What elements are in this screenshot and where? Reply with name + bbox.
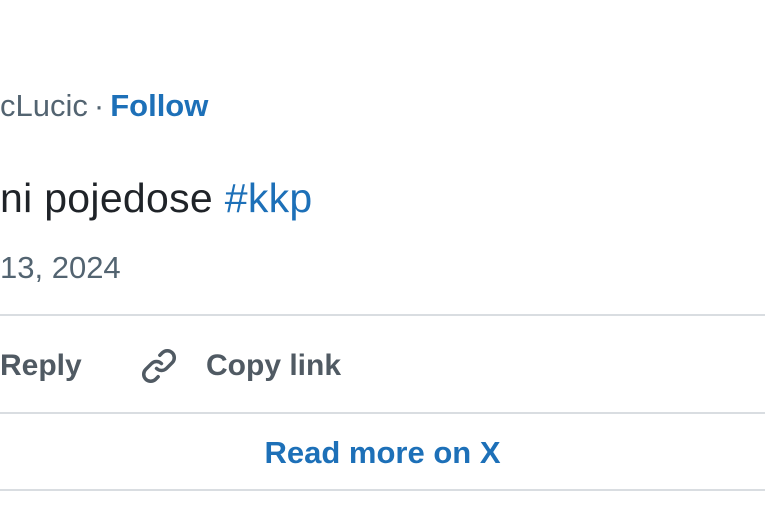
author-row: cLucic · Follow bbox=[0, 86, 208, 126]
author-handle[interactable]: cLucic bbox=[0, 88, 88, 123]
divider-top bbox=[0, 314, 765, 316]
tweet-embed-card: cLucic · Follow ni pojedose #kkp 13, 2024 … bbox=[0, 0, 765, 510]
tweet-date[interactable]: 13, 2024 bbox=[0, 248, 121, 288]
reply-button[interactable]: Reply bbox=[0, 340, 82, 392]
read-more-row: Read more on X bbox=[0, 430, 765, 476]
reply-label: Reply bbox=[0, 349, 82, 382]
link-icon bbox=[142, 349, 176, 383]
tweet-text: ni pojedose #kkp bbox=[0, 172, 313, 224]
read-more-link[interactable]: Read more on X bbox=[265, 435, 501, 471]
follow-link[interactable]: Follow bbox=[110, 88, 208, 123]
divider-bottom bbox=[0, 489, 765, 491]
copy-link-label: Copy link bbox=[206, 349, 342, 382]
separator-dot: · bbox=[93, 88, 105, 123]
tweet-body: ni pojedose bbox=[0, 175, 225, 221]
action-bar: Reply Copy link bbox=[0, 340, 765, 392]
divider-middle bbox=[0, 412, 765, 414]
copy-link-button[interactable]: Copy link bbox=[138, 340, 341, 392]
hashtag-link[interactable]: #kkp bbox=[225, 175, 313, 221]
